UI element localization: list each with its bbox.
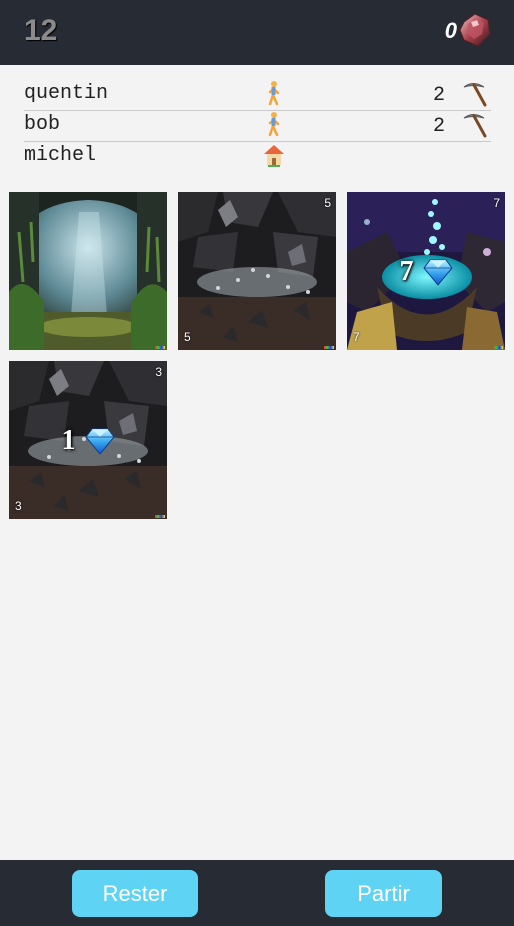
leave-button[interactable]: Partir — [325, 870, 442, 917]
crystal-rubble-image — [178, 192, 336, 350]
round-number: 12 — [24, 14, 58, 47]
diamond-icon — [422, 259, 453, 286]
cave-entrance-image — [9, 192, 167, 350]
marker — [493, 346, 503, 349]
marker — [155, 515, 165, 518]
player-row: quentin 2 — [24, 80, 491, 111]
player-list: quentin 2 bob 2 michel — [24, 80, 491, 172]
bottom-bar: Rester Partir — [0, 860, 514, 926]
crystal-rubble-card[interactable]: 5 5 — [178, 192, 336, 350]
player-name: michel — [24, 144, 97, 167]
card-value-bottom: 7 — [353, 330, 360, 344]
player-name: quentin — [24, 82, 109, 105]
house-icon — [264, 145, 284, 167]
top-bar: 12 0 — [0, 0, 514, 65]
player-row: bob 2 — [24, 111, 491, 142]
pickaxe-icon — [463, 83, 487, 107]
ruby-gem-icon — [459, 13, 491, 47]
player-score: 2 — [432, 84, 445, 107]
walking-person-icon — [268, 81, 280, 106]
marker — [155, 346, 165, 349]
card-value-top: 5 — [324, 196, 331, 210]
pickaxe-icon — [463, 114, 487, 138]
gem-count: 0 — [444, 18, 457, 43]
player-score: 2 — [432, 115, 445, 138]
treasure-card[interactable]: 7 7 7 — [347, 192, 505, 350]
card-value-top: 3 — [155, 365, 162, 379]
card-value-bottom: 5 — [184, 330, 191, 344]
player-row: michel — [24, 142, 491, 172]
gems-on-card-count: 1 — [61, 424, 76, 456]
player-name: bob — [24, 113, 61, 136]
gems-on-card-count: 7 — [399, 255, 414, 287]
crystal-rubble-card[interactable]: 3 3 1 — [9, 361, 167, 519]
walking-person-icon — [268, 112, 280, 137]
stay-button[interactable]: Rester — [72, 870, 198, 917]
gems-on-card: 1 — [9, 423, 167, 457]
cave-entrance-card[interactable] — [9, 192, 167, 350]
marker — [324, 346, 334, 349]
gems-on-card: 7 — [347, 254, 505, 288]
card-value-bottom: 3 — [15, 499, 22, 513]
card-value-top: 7 — [493, 196, 500, 210]
diamond-icon — [84, 428, 115, 455]
